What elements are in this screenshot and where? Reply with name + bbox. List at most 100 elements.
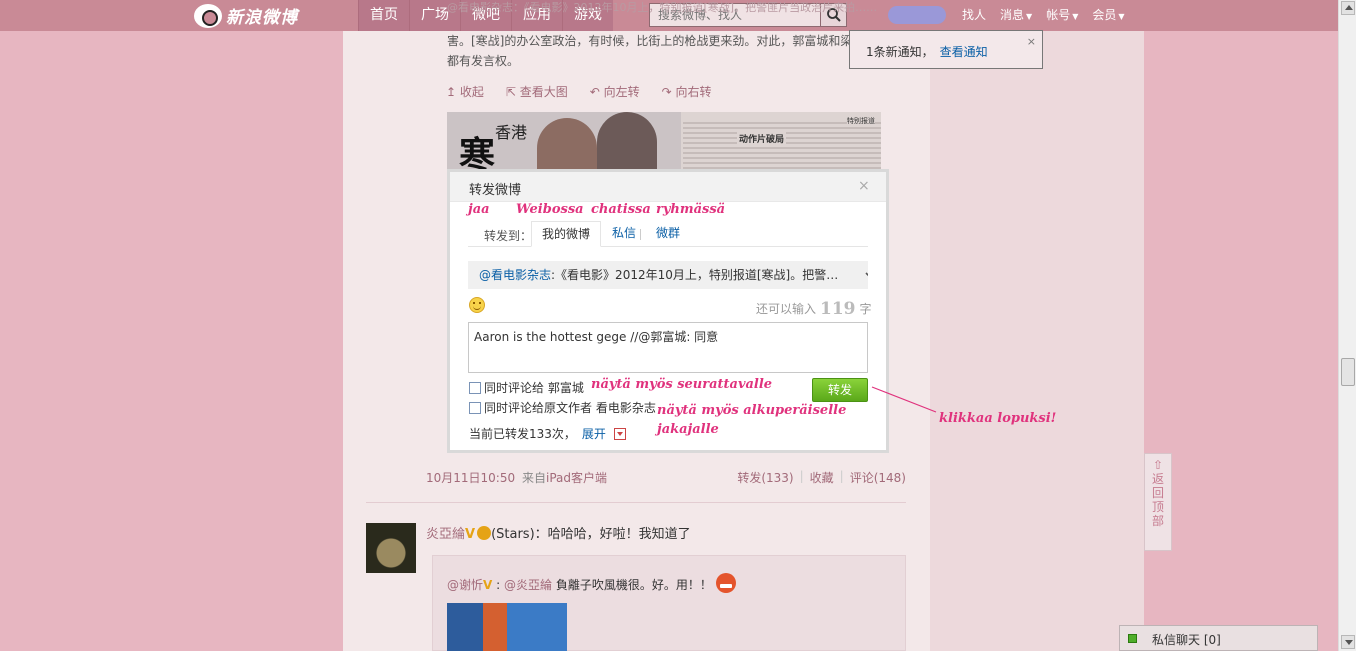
annotation-weibossa: Weibossa [516, 202, 584, 217]
collapse-button[interactable]: ↥ 收起 [446, 83, 484, 100]
expand-arrow-icon[interactable] [613, 428, 626, 440]
chevron-down-icon: ▼ [1026, 12, 1033, 21]
post2-header: 炎亞綸V (Stars)：哈哈哈，好啦！我知道了 [426, 523, 691, 542]
online-status-icon [1128, 634, 1137, 643]
close-icon[interactable]: × [1027, 35, 1036, 48]
tab-divider [640, 229, 641, 240]
messages-label: 消息 [1000, 8, 1025, 22]
comment-to-author-checkbox[interactable]: 同时评论给 郭富城 [469, 379, 584, 396]
find-people-link[interactable]: 找人 [955, 0, 993, 31]
back-to-top-button[interactable]: ⇧ 返 回 顶 部 [1144, 453, 1172, 551]
checkbox-box[interactable] [469, 381, 481, 394]
repost-content: @谢忻V : @炎亞綸 負離子吹風機很。好。用！！ [447, 573, 736, 593]
username-blurred[interactable] [888, 6, 946, 24]
annotation-pointer-line [871, 386, 937, 413]
back-to-top-char: 回 [1151, 486, 1164, 500]
view-large-button[interactable]: ⇱ 查看大图 [506, 83, 568, 100]
tab-weiqun[interactable]: 微群 [646, 221, 690, 247]
logo-text: 新浪微博 [226, 8, 298, 28]
repost-textarea[interactable] [468, 322, 868, 373]
char-counter: 还可以输入 119 字 [756, 299, 872, 319]
arrow-up-icon: ⇧ [1152, 458, 1164, 472]
image-headline: 动作片破局 [737, 132, 787, 145]
angry-emoji-icon [715, 573, 736, 593]
vip-menu[interactable]: 会员 ▼ [1085, 0, 1131, 31]
rotate-right-button[interactable]: ↷ 向右转 [662, 83, 712, 100]
find-people-label: 找人 [962, 8, 987, 22]
scroll-up-arrow[interactable] [1341, 1, 1355, 15]
right-sidebar [930, 31, 1144, 651]
notification-popup: 1条新通知， 查看通知 × [849, 30, 1043, 69]
repost-mention[interactable]: @炎亞綸 [504, 578, 552, 592]
annotation-original-1: näytä myös alkuperäiselle [657, 403, 847, 418]
view-notification-link[interactable]: 查看通知 [940, 45, 988, 59]
quoted-post[interactable]: @看电影杂志:《看电影》2012年10月上，特别报道[寒战]。把警… [468, 261, 868, 289]
chevron-down-icon: ▼ [1072, 12, 1079, 21]
repost-text: 負離子吹風機很。好。用！！ [555, 578, 712, 592]
chat-label: 私信聊天 [0] [1152, 633, 1221, 647]
weibo-eye-icon [194, 3, 222, 28]
emoji-picker-icon[interactable] [469, 297, 485, 313]
divider: | [799, 469, 804, 483]
annotation-chatissa: chatissa [591, 202, 651, 217]
image-actions: ↥ 收起 ⇱ 查看大图 ↶ 向左转 ↷ 向右转 [446, 83, 712, 100]
repost-username[interactable]: @谢忻 [447, 578, 483, 592]
from-app-link[interactable]: iPad客户端 [546, 471, 607, 485]
counter-suffix: 字 [859, 302, 872, 316]
from-prefix: 来自 [522, 471, 547, 485]
quoted-user[interactable]: @看电影杂志 [479, 268, 551, 282]
comment-to-original-checkbox[interactable]: 同时评论给原文作者 看电影杂志 [469, 399, 656, 416]
weibo-logo[interactable]: 新浪微博 [194, 3, 298, 28]
top-links: 找人 消息 ▼ 帐号 ▼ 会员 ▼ [955, 0, 1132, 31]
repost-count: 当前已转发133次， 展开 [469, 425, 626, 442]
chevron-down-icon[interactable] [865, 270, 868, 280]
post-time-link[interactable]: 10月11日10:50 [426, 469, 515, 486]
dialog-title: 转发微博 [469, 183, 522, 198]
back-to-top-char: 返 [1151, 472, 1164, 486]
counter-prefix: 还可以输入 [756, 302, 817, 316]
private-chat-bar[interactable]: 私信聊天 [0] [1119, 625, 1318, 651]
annotation-ryhmassa: ryhmässä [656, 202, 726, 217]
account-label: 帐号 [1046, 8, 1071, 22]
post-text: 害。[寒战]的办公室政治，有时候，比街上的枪战更来劲。对此，郭富城和梁家辉都有发… [447, 34, 877, 68]
feed-divider [366, 502, 906, 503]
tab-my-weibo[interactable]: 我的微博 [531, 221, 602, 247]
avatar[interactable] [366, 523, 416, 573]
back-to-top-char: 部 [1151, 514, 1164, 528]
repost-count-text: 当前已转发133次， [469, 427, 576, 441]
notification-text: 1条新通知， 查看通知 [866, 43, 988, 60]
chevron-down-icon: ▼ [1118, 12, 1125, 21]
repost-image-thumbnail[interactable] [447, 603, 567, 651]
annotation-original-2: jakajalle [657, 422, 719, 437]
expand-link[interactable]: 展开 [582, 427, 606, 441]
vip-label: 会员 [1092, 8, 1117, 22]
messages-menu[interactable]: 消息 ▼ [993, 0, 1039, 31]
repost-link[interactable]: 转发(133) [737, 469, 793, 486]
account-menu[interactable]: 帐号 ▼ [1039, 0, 1085, 31]
quoted-text: :《看电影》2012年10月上，特别报道[寒战]。把警… [551, 268, 839, 282]
dialog-header: 转发微博 × [450, 172, 886, 202]
annotation-click: klikkaa lopuksi! [939, 411, 1057, 426]
image-tag: 特别报道 [847, 116, 875, 126]
nav-item-home[interactable]: 首页 [358, 0, 409, 31]
post2-text: (Stars)：哈哈哈，好啦！我知道了 [491, 527, 691, 542]
counter-value: 119 [820, 299, 856, 319]
scroll-down-arrow[interactable] [1341, 635, 1355, 649]
post2-username[interactable]: 炎亞綸 [426, 527, 465, 542]
scroll-thumb[interactable] [1341, 358, 1355, 386]
post-actions: 转发(133) | 收藏 | 评论(148) [737, 469, 906, 486]
scrollbar[interactable] [1338, 0, 1356, 651]
favorite-link[interactable]: 收藏 [810, 469, 834, 486]
repost-send-button[interactable]: 转发 [812, 378, 868, 402]
verified-v-icon: V [465, 527, 476, 542]
annotation-follower: näytä myös seurattavalle [591, 377, 773, 392]
share-to-label: 转发到： [484, 229, 533, 243]
back-to-top-char: 顶 [1151, 500, 1164, 514]
rotate-left-button[interactable]: ↶ 向左转 [590, 83, 640, 100]
checkbox-box[interactable] [469, 401, 481, 414]
notification-message: 1条新通知， [866, 45, 934, 59]
verified-v-icon: V [483, 578, 493, 592]
close-icon[interactable]: × [858, 178, 870, 194]
divider: | [839, 469, 844, 483]
comment-link[interactable]: 评论(148) [850, 469, 906, 486]
